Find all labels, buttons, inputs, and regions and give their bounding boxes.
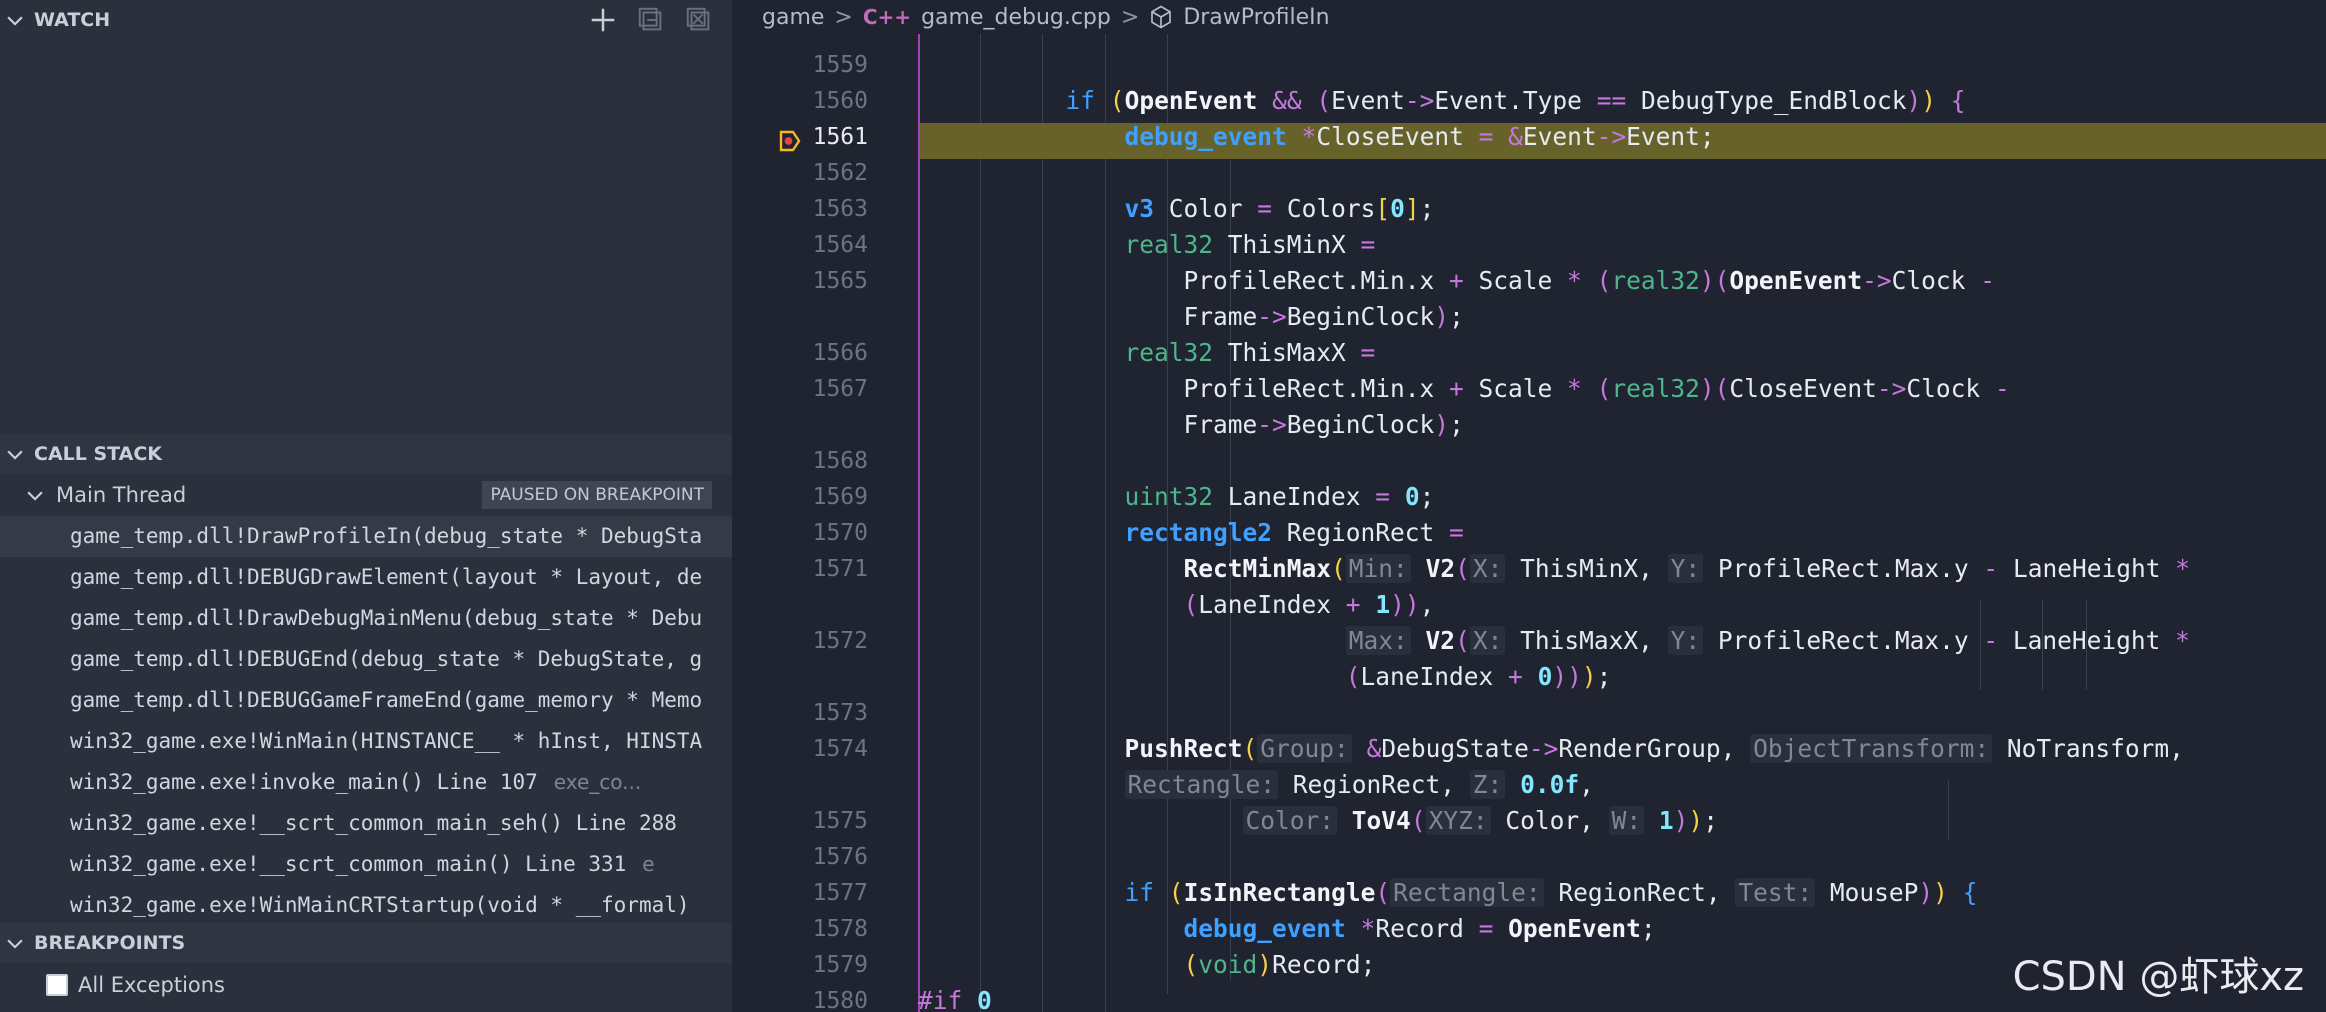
thread-row[interactable]: Main Thread PAUSED ON BREAKPOINT	[0, 475, 732, 515]
stack-frame[interactable]: game_temp.dll!DEBUGEnd(debug_state * Deb…	[0, 639, 732, 680]
line-number: 1573	[812, 700, 868, 726]
breadcrumb-separator: >	[834, 4, 853, 30]
indent-guide	[1948, 780, 1949, 840]
code-line: (LaneIndex + 1)),	[1183, 590, 1435, 619]
stack-frame-label: win32_game.exe!__scrt_common_main() Line…	[70, 852, 627, 876]
breakpoints-title: BREAKPOINTS	[34, 932, 186, 954]
code-line: real32 ThisMinX =	[1124, 230, 1376, 259]
watermark: CSDN @虾球xz	[2012, 954, 2304, 1000]
stack-frame-label: win32_game.exe!WinMain(HINSTANCE__ * hIn…	[70, 729, 703, 753]
code-line: v3 Color = Colors[0];	[1124, 194, 1435, 223]
all-exceptions-label: All Exceptions	[78, 973, 225, 997]
code-line: if (IsInRectangle(Rectangle: RegionRect,…	[1124, 878, 1978, 907]
line-number: 1569	[812, 484, 868, 510]
all-exceptions-checkbox[interactable]	[46, 974, 68, 996]
line-number: 1578	[812, 916, 868, 942]
line-number: 1566	[812, 340, 868, 366]
stack-frame-label: win32_game.exe!WinMainCRTStartup(void * …	[70, 893, 690, 917]
breadcrumb-folder[interactable]: game	[762, 5, 824, 30]
code-line: if (OpenEvent && (Event->Event.Type == D…	[1065, 86, 1966, 115]
cpp-file-icon: C++	[862, 5, 912, 29]
stack-frame[interactable]: win32_game.exe!WinMain(HINSTANCE__ * hIn…	[0, 721, 732, 762]
line-number: 1565	[812, 268, 868, 294]
line-number: 1560	[812, 88, 868, 114]
line-number: 1577	[812, 880, 868, 906]
code-line: Frame->BeginClock);	[918, 410, 1464, 439]
debug-sidebar: WATCH CALL STACK Main Thread PAUSED ON B…	[0, 0, 732, 1012]
call-stack-section-header[interactable]: CALL STACK	[0, 434, 732, 474]
chevron-down-icon	[27, 491, 43, 501]
stack-frame[interactable]: game_temp.dll!DrawDebugMainMenu(debug_st…	[0, 598, 732, 639]
line-number: 1576	[812, 844, 868, 870]
code-editor[interactable]: game > C++ game_debug.cpp > DrawProfileI…	[732, 0, 2326, 1012]
watch-title: WATCH	[34, 9, 111, 31]
line-number: 1567	[812, 376, 868, 402]
code-line: PushRect(Group: &DebugState->RenderGroup…	[1124, 734, 2184, 763]
breadcrumb: game > C++ game_debug.cpp > DrawProfileI…	[732, 0, 2326, 34]
line-number: 1579	[812, 952, 868, 978]
all-exceptions-row[interactable]: All Exceptions	[0, 965, 732, 1005]
thread-name: Main Thread	[56, 483, 187, 507]
code-line: debug_event *Record = OpenEvent;	[1183, 914, 1656, 943]
stack-frame[interactable]: win32_game.exe!__scrt_common_main() Line…	[0, 844, 732, 885]
breadcrumb-symbol[interactable]: DrawProfileIn	[1183, 5, 1329, 30]
stack-frame[interactable]: game_temp.dll!DrawProfileIn(debug_state …	[0, 516, 732, 557]
code-line: Max: V2(X: ThisMaxX, Y: ProfileRect.Max.…	[918, 626, 2190, 655]
chevron-down-icon	[7, 16, 23, 26]
paused-status-badge: PAUSED ON BREAKPOINT	[482, 481, 712, 509]
symbol-method-icon	[1151, 5, 1172, 29]
line-number: 1561	[812, 124, 868, 150]
collapse-all-icon[interactable]	[636, 5, 666, 35]
stack-frame-label: win32_game.exe!invoke_main() Line 107	[70, 770, 538, 794]
chevron-down-icon	[7, 450, 23, 460]
breadcrumb-separator: >	[1120, 4, 1140, 30]
code-line: ProfileRect.Min.x + Scale * (real32)(Clo…	[918, 374, 2010, 403]
remove-all-icon[interactable]	[684, 5, 714, 35]
chevron-down-icon	[7, 939, 23, 949]
stack-frame[interactable]: game_temp.dll!DEBUGGameFrameEnd(game_mem…	[0, 680, 732, 721]
line-number: 1580	[812, 988, 868, 1012]
stack-frame-source: exe_co...	[553, 770, 642, 794]
code-line: Frame->BeginClock);	[918, 302, 1464, 331]
stack-frame-label: game_temp.dll!DEBUGDrawElement(layout * …	[70, 565, 703, 589]
code-line: #if 0	[918, 986, 992, 1012]
line-number: 1574	[812, 736, 868, 762]
line-number: 1572	[812, 628, 868, 654]
stack-frame-label: game_temp.dll!DEBUGEnd(debug_state * Deb…	[70, 647, 703, 671]
add-expression-icon[interactable]	[588, 5, 618, 35]
line-number: 1568	[812, 448, 868, 474]
line-number: 1571	[812, 556, 868, 582]
code-line: uint32 LaneIndex = 0;	[1124, 482, 1435, 511]
stack-frame-label: game_temp.dll!DrawProfileIn(debug_state …	[70, 524, 703, 548]
stack-frame-label: game_temp.dll!DrawDebugMainMenu(debug_st…	[70, 606, 703, 630]
watch-section-header[interactable]: WATCH	[0, 0, 732, 40]
code-line: Color: ToV4(XYZ: Color, W: 1));	[918, 806, 1718, 835]
stack-frame-label: win32_game.exe!__scrt_common_main_seh() …	[70, 811, 677, 835]
call-stack-title: CALL STACK	[34, 443, 163, 465]
stack-frame[interactable]: win32_game.exe!__scrt_common_main_seh() …	[0, 803, 732, 844]
stack-frame-source: e	[642, 852, 655, 876]
code-line: Rectangle: RegionRect, Z: 0.0f,	[918, 770, 1594, 799]
line-number: 1564	[812, 232, 868, 258]
breadcrumb-file[interactable]: game_debug.cpp	[921, 5, 1111, 30]
stack-frame[interactable]: win32_game.exe!WinMainCRTStartup(void * …	[0, 885, 732, 926]
stack-frame[interactable]: game_temp.dll!DEBUGDrawElement(layout * …	[0, 557, 732, 598]
line-number: 1563	[812, 196, 868, 222]
code-line: ProfileRect.Min.x + Scale * (real32)(Ope…	[918, 266, 1995, 295]
code-line: debug_event *CloseEvent = &Event->Event;	[1124, 122, 1715, 151]
stack-frame-label: game_temp.dll!DEBUGGameFrameEnd(game_mem…	[70, 688, 703, 712]
code-line: (void)Record;	[1183, 950, 1376, 979]
code-line: rectangle2 RegionRect =	[1124, 518, 1464, 547]
line-number: 1575	[812, 808, 868, 834]
line-number: 1562	[812, 160, 868, 186]
code-line: RectMinMax(Min: V2(X: ThisMinX, Y: Profi…	[1183, 554, 2190, 583]
line-number: 1570	[812, 520, 868, 546]
code-line: (LaneIndex + 0)));	[1345, 662, 1612, 691]
line-number: 1559	[812, 52, 868, 78]
breakpoints-section-header[interactable]: BREAKPOINTS	[0, 923, 732, 963]
code-line: real32 ThisMaxX =	[1124, 338, 1376, 367]
stack-frame[interactable]: win32_game.exe!invoke_main() Line 107 exe…	[0, 762, 732, 803]
indent-guide	[1167, 34, 1168, 994]
